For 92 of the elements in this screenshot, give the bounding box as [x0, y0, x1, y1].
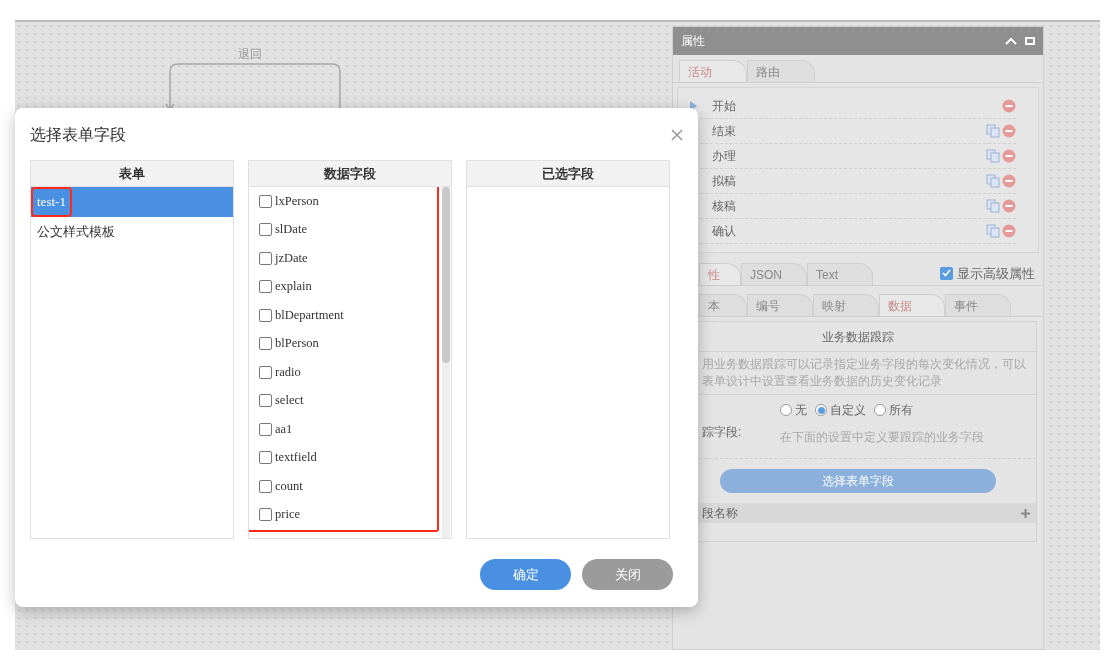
maximize-icon[interactable] [1025, 37, 1035, 45]
tab[interactable]: 本 [699, 294, 747, 316]
radio-button[interactable] [780, 404, 792, 416]
checkbox[interactable] [259, 479, 272, 493]
tab[interactable]: 路由 [747, 60, 815, 82]
field-option[interactable]: blDepartment [259, 301, 437, 330]
field-option[interactable]: select [259, 386, 437, 415]
activity-label: 拟稿 [712, 173, 737, 190]
field-option[interactable]: count [259, 472, 437, 501]
field-name: select [275, 392, 304, 410]
activity-label: 核稿 [712, 198, 737, 215]
field-name: textfield [275, 449, 317, 467]
field-option[interactable]: textfield [259, 443, 437, 472]
radio-label: 无 [795, 402, 807, 419]
field-option[interactable]: jzDate [259, 244, 437, 273]
column-heading: 数据字段 [324, 164, 376, 183]
delete-icon[interactable] [1002, 99, 1016, 113]
field-name: radio [275, 363, 301, 381]
radio-label: 所有 [889, 402, 913, 419]
tab[interactable]: 编号 [747, 294, 813, 316]
field-name: blPerson [275, 335, 319, 353]
field-name: slDate [275, 221, 307, 239]
field-name: explain [275, 278, 312, 296]
field-name: aa1 [275, 420, 293, 438]
checkbox-label: 显示高级属性 [957, 264, 1035, 283]
scrollbar[interactable] [442, 187, 450, 538]
radio-button[interactable] [874, 404, 886, 416]
panel-title: 属性 [681, 33, 705, 50]
activity-label: 办理 [712, 148, 737, 165]
radio-button[interactable] [815, 404, 827, 416]
radio-option[interactable]: 所有 [874, 401, 913, 419]
field-option[interactable]: lxPerson [259, 187, 437, 216]
field-option[interactable]: aa1 [259, 415, 437, 444]
form-label: test-1 [31, 187, 72, 217]
field-option[interactable]: slDate [259, 215, 437, 244]
tab[interactable]: Text [807, 263, 873, 285]
field-name: price [275, 506, 300, 524]
checkbox[interactable] [259, 194, 272, 208]
tab[interactable]: 映射 [813, 294, 879, 316]
form-label: 公文样式模板 [36, 223, 116, 242]
activity-label: 开始 [712, 98, 737, 115]
field-name: lxPerson [275, 192, 319, 210]
delete-icon[interactable] [1002, 174, 1016, 188]
field-name: blDepartment [275, 306, 344, 324]
checkbox[interactable] [259, 251, 272, 265]
checkbox[interactable] [259, 308, 272, 322]
delete-icon[interactable] [1002, 224, 1016, 238]
flow-label: 退回 [238, 46, 262, 63]
copy-icon[interactable] [986, 124, 1000, 138]
tab[interactable]: 事件 [945, 294, 1011, 316]
activity-label: 结束 [712, 123, 737, 140]
dialog-title: 选择表单字段 [30, 125, 126, 145]
copy-icon[interactable] [986, 149, 1000, 163]
activity-label: 确认 [712, 223, 737, 240]
checkbox[interactable] [259, 365, 272, 379]
confirm-button[interactable]: 确定 [480, 559, 571, 590]
column-heading: 已选字段 [542, 164, 594, 183]
form-item[interactable]: 公文样式模板 [31, 217, 233, 247]
delete-icon[interactable] [1002, 199, 1016, 213]
radio-option[interactable]: 自定义 [815, 401, 866, 419]
checkbox[interactable] [259, 223, 272, 237]
field-option[interactable]: explain [259, 272, 437, 301]
radio-label: 自定义 [830, 402, 866, 419]
close-icon[interactable] [671, 129, 683, 141]
section-title: 业务数据跟踪 [822, 328, 894, 346]
checkbox[interactable] [259, 280, 272, 294]
collapse-icon[interactable] [1005, 37, 1017, 45]
checkbox[interactable] [259, 508, 272, 522]
checkbox[interactable] [259, 337, 272, 351]
copy-icon[interactable] [986, 224, 1000, 238]
copy-icon[interactable] [986, 174, 1000, 188]
column-heading: 表单 [119, 164, 145, 183]
check-icon [942, 269, 951, 278]
field-name: count [275, 477, 303, 495]
checkbox[interactable] [259, 394, 272, 408]
close-button[interactable]: 关闭 [582, 559, 673, 590]
checkbox[interactable] [259, 451, 272, 465]
radio-option[interactable]: 无 [780, 401, 807, 419]
checkbox[interactable] [940, 266, 953, 280]
checkbox[interactable] [259, 422, 272, 436]
field-option[interactable]: price [259, 500, 437, 529]
field-option[interactable]: blPerson [259, 329, 437, 358]
delete-icon[interactable] [1002, 124, 1016, 138]
form-item[interactable]: test-1 [31, 187, 233, 217]
copy-icon[interactable] [986, 199, 1000, 213]
delete-icon[interactable] [1002, 149, 1016, 163]
add-icon[interactable] [1021, 508, 1030, 518]
field-label: 踪字段: [702, 424, 743, 441]
column-header: 段名称 [702, 505, 738, 523]
field-option[interactable]: radio [259, 358, 437, 387]
tab[interactable]: JSON [741, 263, 807, 285]
field-name: jzDate [275, 249, 308, 267]
